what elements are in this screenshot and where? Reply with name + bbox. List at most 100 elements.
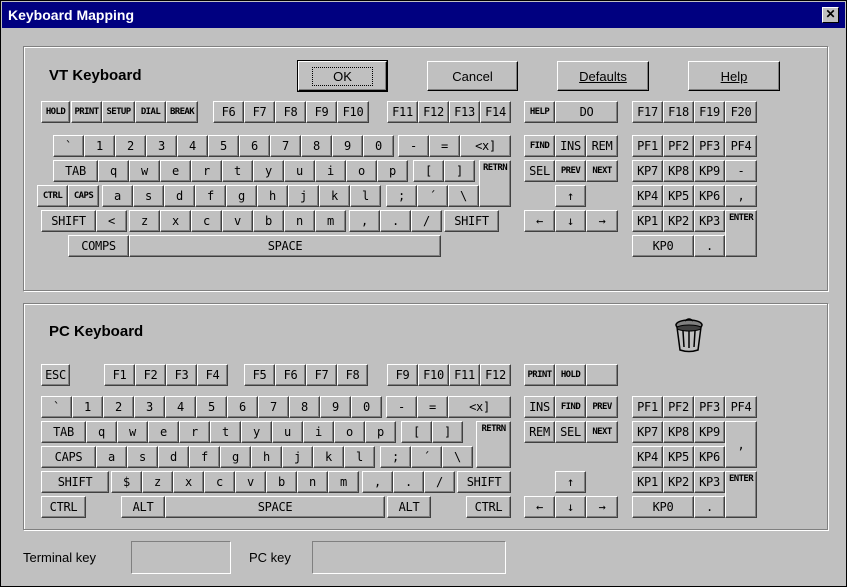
vt-key-f13[interactable]: F13 [449, 101, 480, 123]
vt-key-semicolon[interactable]: ; [386, 185, 417, 207]
pc-key-print[interactable]: PRINT [524, 364, 555, 386]
vt-key-y[interactable]: y [253, 160, 284, 182]
pc-key-ctrl[interactable]: CTRL [41, 496, 86, 518]
vt-key-help[interactable]: HELP [524, 101, 555, 123]
vt-key-m[interactable]: m [315, 210, 346, 232]
vt-key-print[interactable]: PRINT [71, 101, 102, 123]
pc-key-7[interactable]: 7 [258, 396, 289, 418]
vt-key-n[interactable]: n [284, 210, 315, 232]
pc-key-period[interactable]: . [694, 496, 725, 518]
vt-key-setup[interactable]: SETUP [102, 101, 135, 123]
vt-key-kp7[interactable]: KP7 [632, 160, 663, 182]
vt-key-period[interactable]: . [380, 210, 411, 232]
pc-key-kp6[interactable]: KP6 [694, 446, 725, 468]
pc-key-m[interactable]: m [328, 471, 359, 493]
pc-key-kp8[interactable]: KP8 [663, 421, 694, 443]
vt-key-ins[interactable]: INS [555, 135, 586, 157]
pc-key-esc[interactable]: ESC [41, 364, 70, 386]
vt-key-c[interactable]: c [191, 210, 222, 232]
pc-key-3[interactable]: 3 [134, 396, 165, 418]
pc-key-backspace[interactable]: <x] [448, 396, 511, 418]
pc-key-f7[interactable]: F7 [306, 364, 337, 386]
vt-key-f6[interactable]: F6 [213, 101, 244, 123]
pc-key-kp5[interactable]: KP5 [663, 446, 694, 468]
ok-button[interactable]: OK [297, 60, 388, 92]
pc-key-pf3[interactable]: PF3 [694, 396, 725, 418]
pc-key-alt[interactable]: ALT [121, 496, 165, 518]
pc-key-f12[interactable]: F12 [480, 364, 511, 386]
vt-key-comps[interactable]: COMPS [68, 235, 129, 257]
vt-key-9[interactable]: 9 [332, 135, 363, 157]
pc-key-rem[interactable]: REM [524, 421, 555, 443]
vt-key-f11[interactable]: F11 [387, 101, 418, 123]
pc-key-e[interactable]: e [148, 421, 179, 443]
vt-key-3[interactable]: 3 [146, 135, 177, 157]
vt-key-tab[interactable]: TAB [53, 160, 98, 182]
vt-key-minus[interactable]: - [725, 160, 757, 182]
vt-key-rbracket[interactable]: ] [444, 160, 475, 182]
pc-key-j[interactable]: j [282, 446, 313, 468]
vt-key-o[interactable]: o [346, 160, 377, 182]
vt-key-pf1[interactable]: PF1 [632, 135, 663, 157]
vt-key-a[interactable]: a [102, 185, 133, 207]
pc-key-pf4[interactable]: PF4 [725, 396, 757, 418]
pc-key-w[interactable]: w [117, 421, 148, 443]
vt-key-minus[interactable]: - [398, 135, 429, 157]
pc-key-kp7[interactable]: KP7 [632, 421, 663, 443]
pc-key-up-arrow[interactable]: ↑ [555, 471, 586, 493]
vt-key-1[interactable]: 1 [84, 135, 115, 157]
help-button[interactable]: Help [688, 61, 780, 91]
vt-key-down-arrow[interactable]: ↓ [555, 210, 586, 232]
vt-key-pf3[interactable]: PF3 [694, 135, 725, 157]
pc-key-blank[interactable] [586, 364, 618, 386]
vt-key-q[interactable]: q [98, 160, 129, 182]
pc-key-b[interactable]: b [266, 471, 297, 493]
trash-can-icon[interactable] [672, 317, 706, 353]
vt-key-l[interactable]: l [350, 185, 381, 207]
vt-key-lbracket[interactable]: [ [413, 160, 444, 182]
vt-key-comma[interactable]: , [725, 185, 757, 207]
pc-key-period[interactable]: . [393, 471, 424, 493]
vt-key-kp9[interactable]: KP9 [694, 160, 725, 182]
vt-key-find[interactable]: FIND [524, 135, 555, 157]
vt-key-6[interactable]: 6 [239, 135, 270, 157]
pc-key-f8[interactable]: F8 [337, 364, 368, 386]
pc-key-0[interactable]: 0 [351, 396, 382, 418]
vt-key-less[interactable]: < [96, 210, 127, 232]
vt-key-f[interactable]: f [195, 185, 226, 207]
pc-key-l[interactable]: l [344, 446, 375, 468]
pc-key-pf2[interactable]: PF2 [663, 396, 694, 418]
close-icon[interactable]: ✕ [822, 7, 839, 23]
vt-key-f20[interactable]: F20 [725, 101, 757, 123]
vt-key-backspace[interactable]: <x] [460, 135, 511, 157]
vt-key-enter[interactable]: ENTER [725, 210, 757, 257]
pc-key-f10[interactable]: F10 [418, 364, 449, 386]
pc-key-o[interactable]: o [334, 421, 365, 443]
pc-key-kp3[interactable]: KP3 [694, 471, 725, 493]
pc-key-1[interactable]: 1 [72, 396, 103, 418]
pc-key-d[interactable]: d [158, 446, 189, 468]
vt-key-f19[interactable]: F19 [694, 101, 725, 123]
pc-key-minus[interactable]: - [386, 396, 417, 418]
vt-key-f10[interactable]: F10 [337, 101, 369, 123]
pc-key-backtick[interactable]: ` [41, 396, 72, 418]
pc-key-f[interactable]: f [189, 446, 220, 468]
pc-key-f6[interactable]: F6 [275, 364, 306, 386]
pc-key-i[interactable]: i [303, 421, 334, 443]
vt-key-pf4[interactable]: PF4 [725, 135, 757, 157]
pc-key-rbracket[interactable]: ] [432, 421, 463, 443]
vt-key-8[interactable]: 8 [301, 135, 332, 157]
pc-key-right-arrow[interactable]: → [586, 496, 618, 518]
pc-key-slash[interactable]: / [424, 471, 455, 493]
pc-key-r[interactable]: r [179, 421, 210, 443]
pc-key-9[interactable]: 9 [320, 396, 351, 418]
vt-key-i[interactable]: i [315, 160, 346, 182]
vt-key-h[interactable]: h [257, 185, 288, 207]
pc-key-f9[interactable]: F9 [387, 364, 418, 386]
vt-key-comma[interactable]: , [349, 210, 380, 232]
pc-key-p[interactable]: p [365, 421, 396, 443]
vt-key-kp2[interactable]: KP2 [663, 210, 694, 232]
vt-key-s[interactable]: s [133, 185, 164, 207]
pc-key-equals[interactable]: = [417, 396, 448, 418]
pc-key-kp1[interactable]: KP1 [632, 471, 663, 493]
